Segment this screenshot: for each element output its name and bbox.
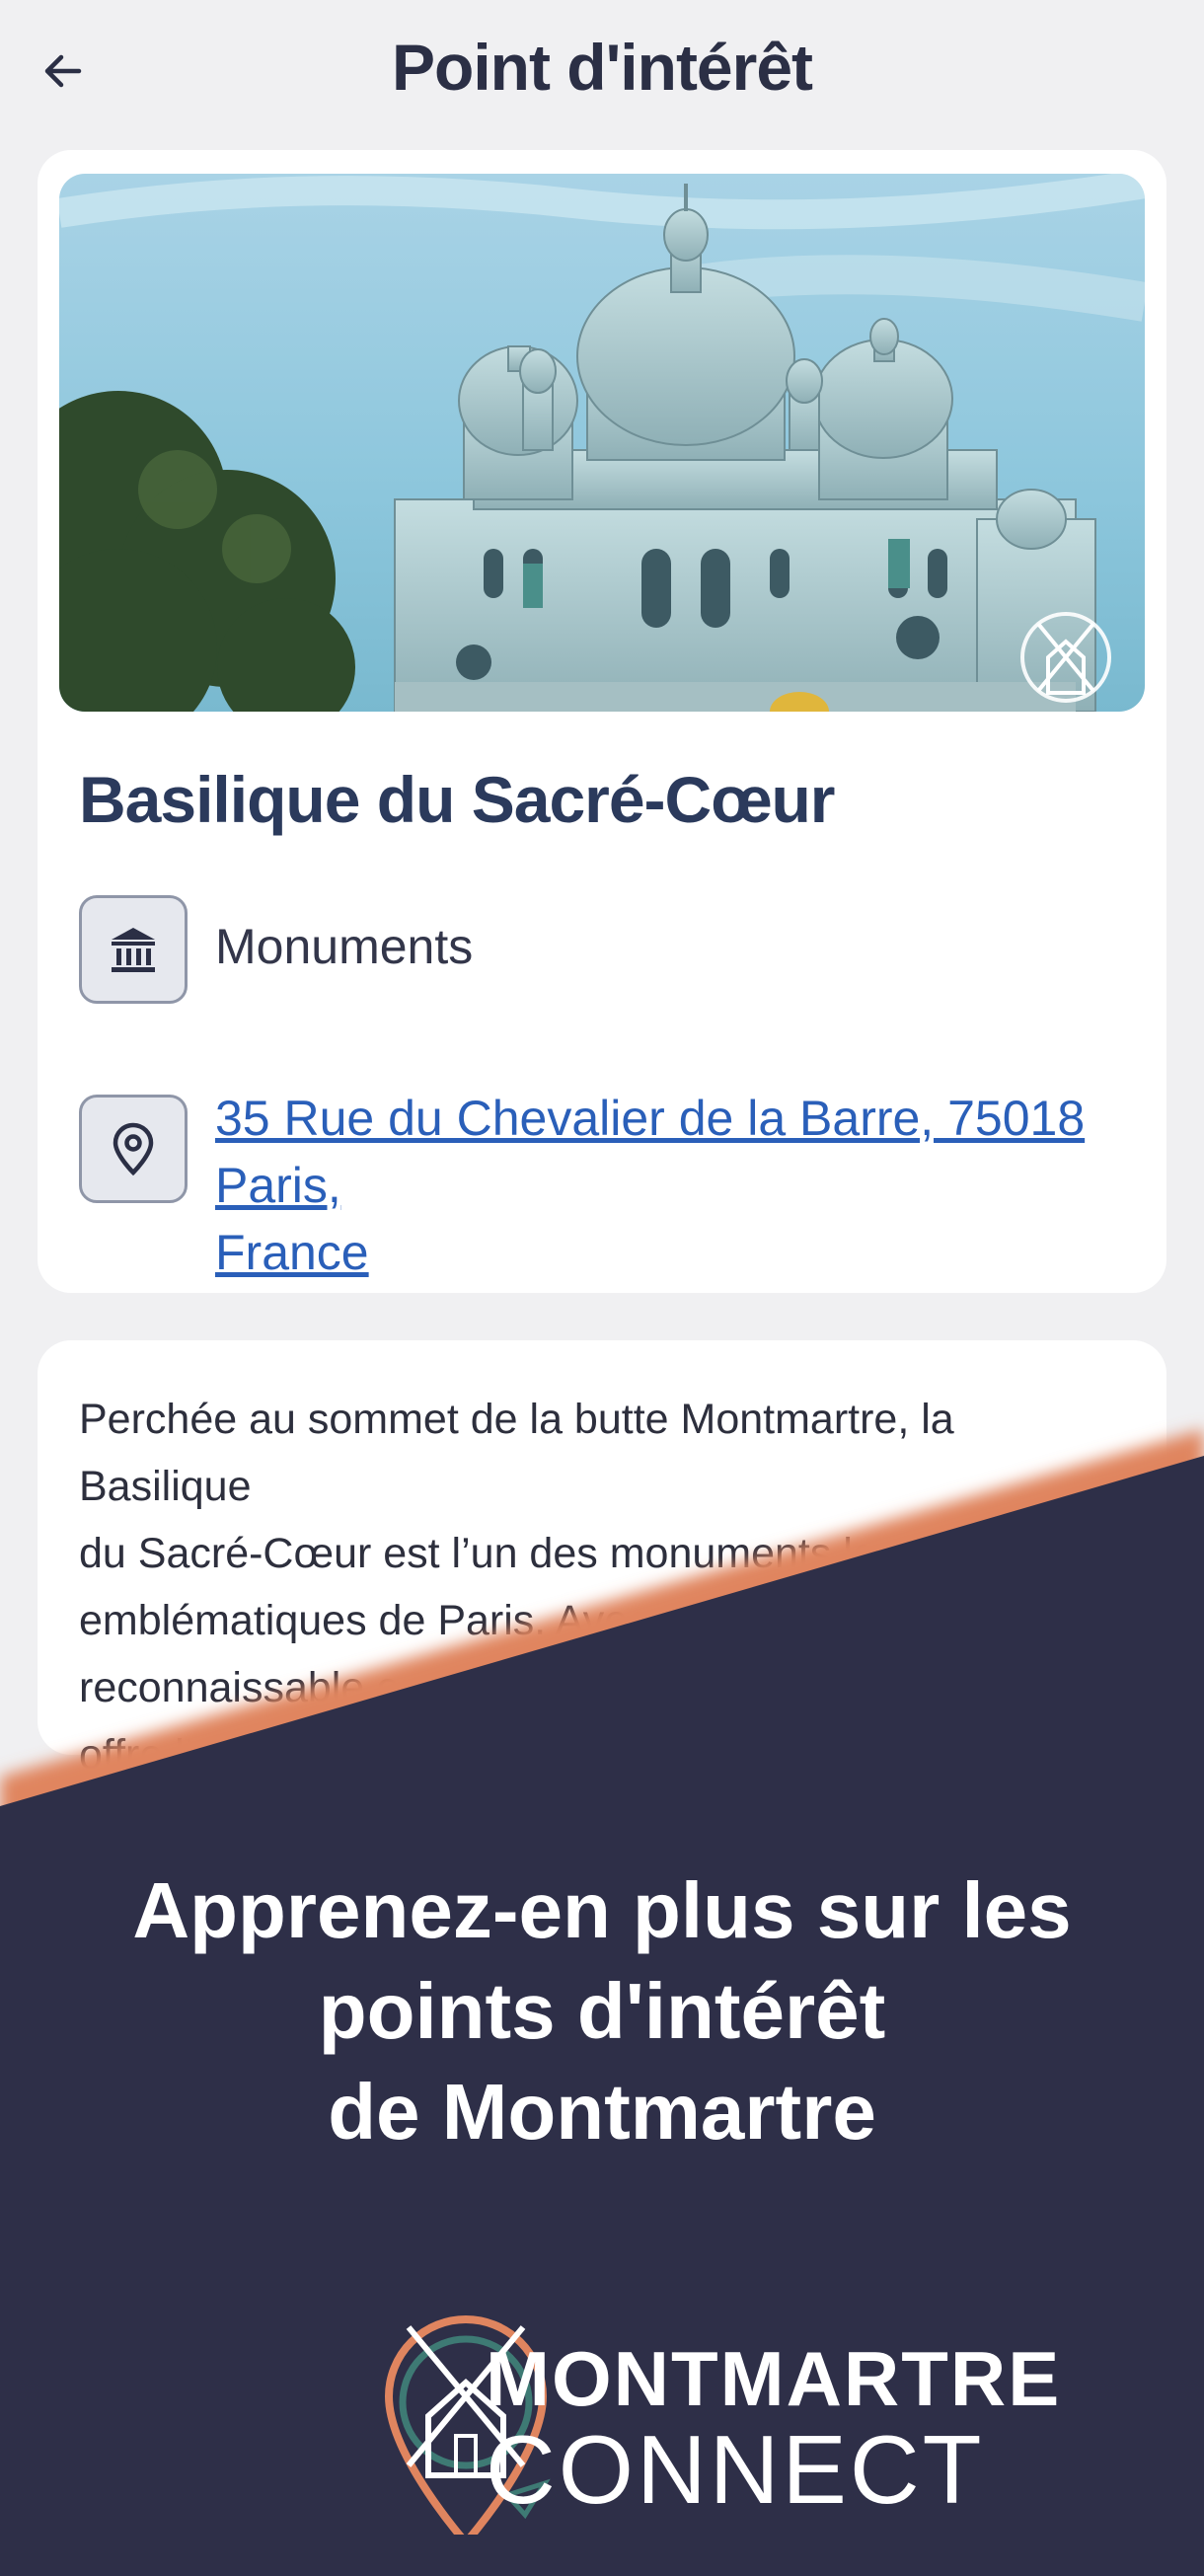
promo-headline: Apprenez-en plus sur les points d'intérê… (0, 1860, 1204, 2162)
address-line-2: France (215, 1225, 369, 1280)
poi-photo (59, 174, 1145, 712)
monument-icon (112, 928, 155, 972)
description-card: Perchée au sommet de la butte Montmartre… (38, 1340, 1166, 1779)
description-line: reconnaissable entre toutes, elle d (79, 1664, 725, 1711)
promo-line: points d'intérêt (318, 1967, 886, 2055)
description-line: emblématiques de Paris. Avec sa silhouet… (79, 1597, 944, 1644)
location-pin-icon (113, 1122, 154, 1176)
description-line: offre l’une des plus b (79, 1731, 471, 1779)
category-icon-box (79, 895, 188, 1004)
promo-line: Apprenez-en plus sur les (132, 1866, 1072, 1954)
address-icon-box (79, 1095, 188, 1203)
promo-line: de Montmartre (328, 2068, 876, 2156)
poi-category: Monuments (215, 919, 474, 974)
description-line: Perchée au sommet de la butte Montmartre… (79, 1396, 954, 1510)
page-title: Point d'intérêt (391, 31, 813, 104)
address-line-1: 35 Rue du Chevalier de la Barre, 75018 P… (215, 1091, 1086, 1213)
brand-name-line1: MONTMARTRE (486, 2335, 1062, 2422)
poi-address-link[interactable]: 35 Rue du Chevalier de la Barre, 75018 P… (215, 1085, 1153, 1286)
description-line: du Sacré-Cœur est l’un des monuments les… (79, 1530, 988, 1577)
poi-card: Basilique du Sacré-Cœur Monuments 35 Rue… (38, 150, 1166, 1293)
poi-description: Perchée au sommet de la butte Montmartre… (79, 1386, 1135, 1788)
poi-name: Basilique du Sacré-Cœur (79, 763, 835, 836)
brand-name-line2: CONNECT (486, 2415, 985, 2524)
top-app-bar: Point d'intérêt (0, 0, 1204, 143)
